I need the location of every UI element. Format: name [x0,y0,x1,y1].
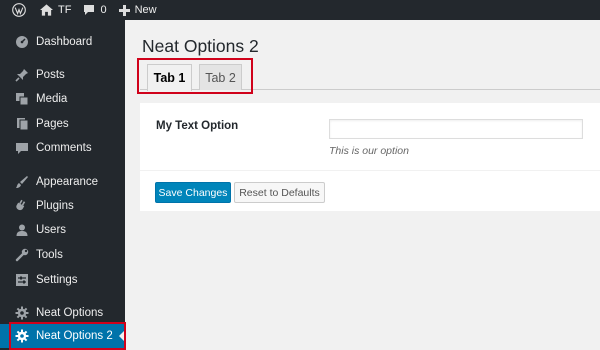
gear-icon [14,305,30,321]
sidebar-item-label: Pages [36,118,69,130]
sidebar-item-neat-options[interactable]: Neat Options [0,301,125,325]
plus-icon [118,4,130,16]
new-label: New [134,4,157,16]
sidebar-item-label: Appearance [36,176,99,188]
wordpress-logo-icon[interactable] [0,0,34,20]
sidebar-item-label: Posts [36,69,65,81]
current-menu-arrow [119,330,125,342]
sidebar-item-label: Neat Options 2 [36,330,113,342]
annotation-highlight-box [137,58,253,94]
save-changes-button[interactable]: Save Changes [155,182,231,203]
sidebar-item-neat-options-2[interactable]: Neat Options 2 [0,324,125,348]
media-icon [14,91,30,107]
my-text-option-input[interactable] [329,119,583,139]
panel-divider [140,170,600,171]
reset-to-defaults-button[interactable]: Reset to Defaults [234,182,325,203]
sidebar-item-label: Media [36,93,68,105]
comment-icon [83,4,95,16]
field-label: My Text Option [156,120,239,132]
sidebar-item-plugins[interactable]: Plugins [0,194,125,218]
settings-icon [14,272,30,288]
site-name-link[interactable]: TF [34,0,77,20]
sidebar-item-label: Users [36,224,67,236]
site-name-label: TF [58,4,72,16]
page-title: Neat Options 2 [142,36,259,56]
sidebar-item-label: Dashboard [36,36,93,48]
sidebar-item-media[interactable]: Media [0,87,125,111]
comments-link[interactable]: 0 [77,0,112,20]
sidebar-item-label: Neat Options [36,307,104,319]
comments-count: 0 [100,4,107,16]
field-description: This is our option [329,145,409,157]
sidebar-item-dashboard[interactable]: Dashboard [0,30,125,54]
pin-icon [14,67,30,83]
sidebar-item-appearance[interactable]: Appearance [0,170,125,194]
home-icon [40,4,53,16]
sidebar-item-users[interactable]: Users [0,218,125,242]
sidebar-item-posts[interactable]: Posts [0,63,125,87]
gear-icon [14,328,30,344]
sidebar-item-tools[interactable]: Tools [0,243,125,267]
pages-icon [14,116,30,132]
sidebar-item-settings[interactable]: Settings [0,268,125,292]
admin-bar: TF 0 New [0,0,600,20]
comments-icon [14,140,30,156]
user-icon [14,222,30,238]
sidebar-item-label: Settings [36,274,78,286]
plug-icon [14,198,30,214]
sidebar-item-label: Comments [36,142,92,154]
sidebar-item-label: Plugins [36,200,74,212]
sidebar-item-label: Tools [36,249,63,261]
sidebar-item-pages[interactable]: Pages [0,112,125,136]
new-content-link[interactable]: New [113,0,163,20]
brush-icon [14,174,30,190]
dashboard-icon [14,34,30,50]
sidebar-item-comments[interactable]: Comments [0,136,125,160]
wrench-icon [14,247,30,263]
